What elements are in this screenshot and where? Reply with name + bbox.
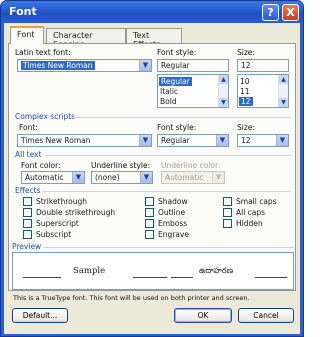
cancel-button[interactable]: Cancel <box>238 308 294 323</box>
underline-color-combo: Automatic ▼ <box>161 171 225 184</box>
font-info-note: This is a TrueType font. This font will … <box>13 294 250 302</box>
underline-color-label: Underline color: <box>161 161 221 170</box>
list-item[interactable]: 11 <box>240 87 250 96</box>
engrave-checkbox[interactable] <box>145 230 154 239</box>
tab-font[interactable]: Font <box>10 26 44 44</box>
font-color-value: Automatic <box>25 173 64 182</box>
font-color-label: Font color: <box>21 161 61 170</box>
engrave-label: Engrave <box>158 230 189 239</box>
scroll-up-icon[interactable]: ▲ <box>279 75 288 84</box>
strikethrough-label: Strikethrough <box>36 197 88 206</box>
divider <box>71 117 291 118</box>
latin-size-list[interactable]: 10 11 12 ▲ ▼ <box>237 74 289 108</box>
emboss-checkbox[interactable] <box>145 219 154 228</box>
chevron-down-icon[interactable]: ▼ <box>139 135 151 146</box>
double-strikethrough-checkbox[interactable] <box>23 208 32 217</box>
divider <box>43 191 291 192</box>
font-color-combo[interactable]: Automatic ▼ <box>21 171 85 184</box>
complex-style-combo[interactable]: Regular ▼ <box>157 134 229 147</box>
all-text-heading: All text <box>15 150 42 159</box>
latin-font-label: Latin text font: <box>15 48 71 57</box>
small-caps-label: Small caps <box>236 197 277 206</box>
preview-baseline <box>133 277 167 278</box>
complex-style-value: Regular <box>161 136 190 145</box>
hidden-checkbox[interactable] <box>223 219 232 228</box>
strikethrough-checkbox[interactable] <box>23 197 32 206</box>
all-caps-label: All caps <box>236 208 266 217</box>
preview-baseline <box>171 277 193 278</box>
list-item[interactable]: 10 <box>240 77 250 86</box>
preview-heading: Preview <box>12 242 42 251</box>
double-strikethrough-label: Double strikethrough <box>36 208 116 217</box>
default-button[interactable]: Default... <box>12 308 68 323</box>
close-button[interactable]: X <box>282 4 299 21</box>
complex-font-combo[interactable]: Times New Roman ▼ <box>17 134 152 147</box>
latin-style-list[interactable]: Regular Italic Bold ▲ ▼ <box>157 74 229 108</box>
scrollbar[interactable]: ▲ ▼ <box>218 75 228 107</box>
shadow-label: Shadow <box>158 197 188 206</box>
list-item[interactable]: Italic <box>160 87 178 96</box>
underline-style-label: Underline style: <box>91 161 151 170</box>
superscript-label: Superscript <box>36 219 79 228</box>
help-button[interactable]: ? <box>262 4 279 21</box>
latin-font-combo[interactable]: Times New Roman ▼ <box>17 59 152 72</box>
preview-baseline <box>255 277 287 278</box>
complex-font-label: Font: <box>19 123 38 132</box>
list-item[interactable]: Bold <box>160 97 177 106</box>
dialog-client-area: Font Character Spacing Text Effects Lati… <box>4 23 300 334</box>
chevron-down-icon[interactable]: ▼ <box>139 60 151 71</box>
scroll-down-icon[interactable]: ▼ <box>279 98 288 107</box>
tab-text-effects[interactable]: Text Effects <box>126 28 182 49</box>
window-title: Font <box>9 5 37 18</box>
complex-size-label: Size: <box>237 123 255 132</box>
font-dialog-window: Font ? X Font Character Spacing Text Eff… <box>0 0 304 337</box>
chevron-down-icon[interactable]: ▼ <box>276 135 288 146</box>
preview-baseline <box>23 277 61 278</box>
latin-style-label: Font style: <box>157 48 197 57</box>
scrollbar[interactable]: ▲ ▼ <box>278 75 288 107</box>
superscript-checkbox[interactable] <box>23 219 32 228</box>
small-caps-checkbox[interactable] <box>223 197 232 206</box>
hidden-label: Hidden <box>236 219 263 228</box>
complex-style-label: Font style: <box>157 123 197 132</box>
complex-size-value: 12 <box>241 136 251 145</box>
chevron-down-icon[interactable]: ▼ <box>140 172 152 183</box>
shadow-checkbox[interactable] <box>145 197 154 206</box>
latin-style-input[interactable]: Regular <box>157 59 229 72</box>
complex-scripts-heading: Complex scripts <box>15 112 76 121</box>
chevron-down-icon[interactable]: ▼ <box>216 135 228 146</box>
latin-size-label: Size: <box>237 48 255 57</box>
outline-label: Outline <box>158 208 186 217</box>
divider <box>45 155 291 156</box>
preview-complex-sample-text: ఉదాహరణ <box>199 266 234 275</box>
underline-style-value: (none) <box>95 173 120 182</box>
underline-color-value: Automatic <box>165 173 204 182</box>
subscript-checkbox[interactable] <box>23 230 32 239</box>
underline-style-combo[interactable]: (none) ▼ <box>91 171 153 184</box>
outline-checkbox[interactable] <box>145 208 154 217</box>
title-bar[interactable]: Font ? X <box>1 1 303 23</box>
scroll-down-icon[interactable]: ▼ <box>219 98 228 107</box>
latin-size-input[interactable]: 12 <box>237 59 289 72</box>
list-item[interactable]: 12 <box>239 97 253 106</box>
chevron-down-icon[interactable]: ▼ <box>72 172 84 183</box>
divider <box>44 247 294 248</box>
preview-box: Sample ఉదాహరణ <box>12 252 294 290</box>
latin-font-value: Times New Roman <box>21 61 95 70</box>
emboss-label: Emboss <box>158 219 188 228</box>
preview-sample-text: Sample <box>73 266 106 276</box>
chevron-down-icon: ▼ <box>212 172 224 183</box>
scroll-up-icon[interactable]: ▲ <box>219 75 228 84</box>
list-item[interactable]: Regular <box>159 77 192 86</box>
all-caps-checkbox[interactable] <box>223 208 232 217</box>
complex-font-value: Times New Roman <box>21 136 91 145</box>
effects-heading: Effects <box>15 186 41 195</box>
complex-size-combo[interactable]: 12 ▼ <box>237 134 289 147</box>
tab-character-spacing[interactable]: Character Spacing <box>46 28 126 49</box>
ok-button[interactable]: OK <box>174 308 232 323</box>
subscript-label: Subscript <box>36 230 72 239</box>
